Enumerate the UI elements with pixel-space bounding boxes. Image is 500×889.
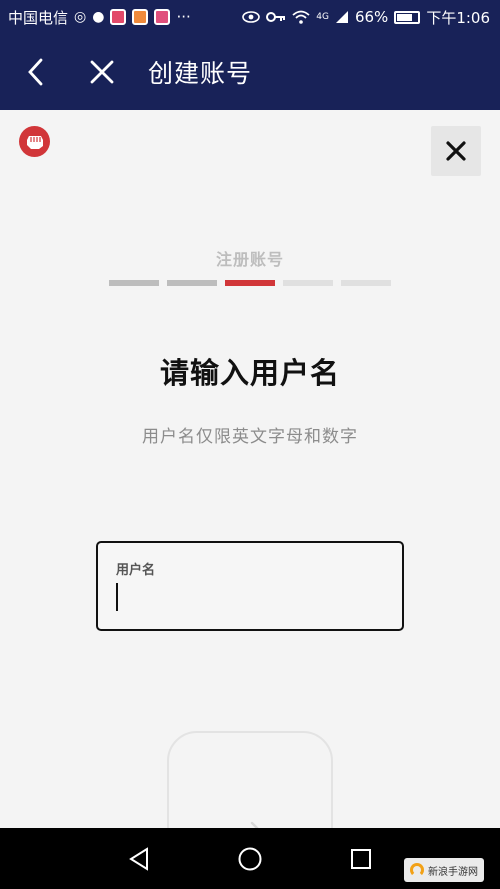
step-indicator-4: [283, 280, 333, 286]
form-hint: 用户名仅限英文字母和数字: [142, 427, 358, 447]
step-progress: [109, 280, 391, 286]
back-icon: [28, 58, 43, 86]
username-field[interactable]: 用户名: [96, 541, 404, 631]
username-label: 用户名: [116, 563, 156, 578]
close-button[interactable]: [70, 34, 134, 110]
location-icon: ◎: [74, 9, 87, 25]
riot-fist-logo: [19, 126, 50, 157]
calendar-app-icon: [154, 9, 171, 25]
key-icon: [266, 12, 286, 22]
system-recent-button[interactable]: [346, 844, 376, 874]
watermark: 新浪手游网: [404, 858, 484, 882]
status-bar: 中国电信 ◎ ● ··· 4G 66% 下午1:06: [0, 0, 500, 34]
wifi-icon: [292, 10, 310, 24]
step-indicator-5: [341, 280, 391, 286]
circle-home-icon: [238, 847, 262, 871]
close-icon: [446, 141, 466, 161]
dismiss-button[interactable]: [431, 126, 481, 176]
eye-icon: [242, 11, 261, 23]
signup-content: 注册账号 请输入用户名 用户名仅限英文字母和数字 用户名: [0, 110, 500, 889]
form-heading: 请输入用户名: [159, 356, 340, 390]
battery-icon: [394, 10, 421, 24]
system-back-button[interactable]: [124, 844, 154, 874]
nav-bar: 创建账号: [0, 34, 500, 110]
step-label: 注册账号: [215, 250, 284, 269]
page-title: 创建账号: [148, 59, 253, 88]
square-recent-icon: [351, 849, 371, 869]
battery-percent: 66%: [354, 8, 389, 26]
back-button[interactable]: [0, 34, 70, 110]
step-indicator-3: [225, 280, 275, 286]
status-bar-right: 4G 66% 下午1:06: [242, 7, 490, 28]
close-icon: [90, 60, 114, 84]
signal-icon: [335, 11, 348, 23]
triangle-back-icon: [129, 847, 148, 871]
chat-bubble-icon: ●: [92, 9, 105, 25]
system-home-button[interactable]: [235, 844, 265, 874]
watermark-text: 新浪手游网: [428, 866, 478, 878]
app-notification-icon: [110, 9, 127, 25]
step-indicator-2: [167, 280, 217, 286]
clock: 下午1:06: [426, 8, 490, 27]
watermark-logo: [410, 863, 424, 877]
status-bar-left: 中国电信 ◎ ● ···: [8, 7, 191, 28]
step-indicator-1: [109, 280, 159, 286]
network-type: 4G: [316, 11, 329, 22]
carrier-name: 中国电信: [8, 8, 69, 27]
username-input[interactable]: [114, 579, 384, 615]
more-notifications-icon: ···: [176, 8, 191, 26]
video-app-icon: [132, 9, 149, 25]
